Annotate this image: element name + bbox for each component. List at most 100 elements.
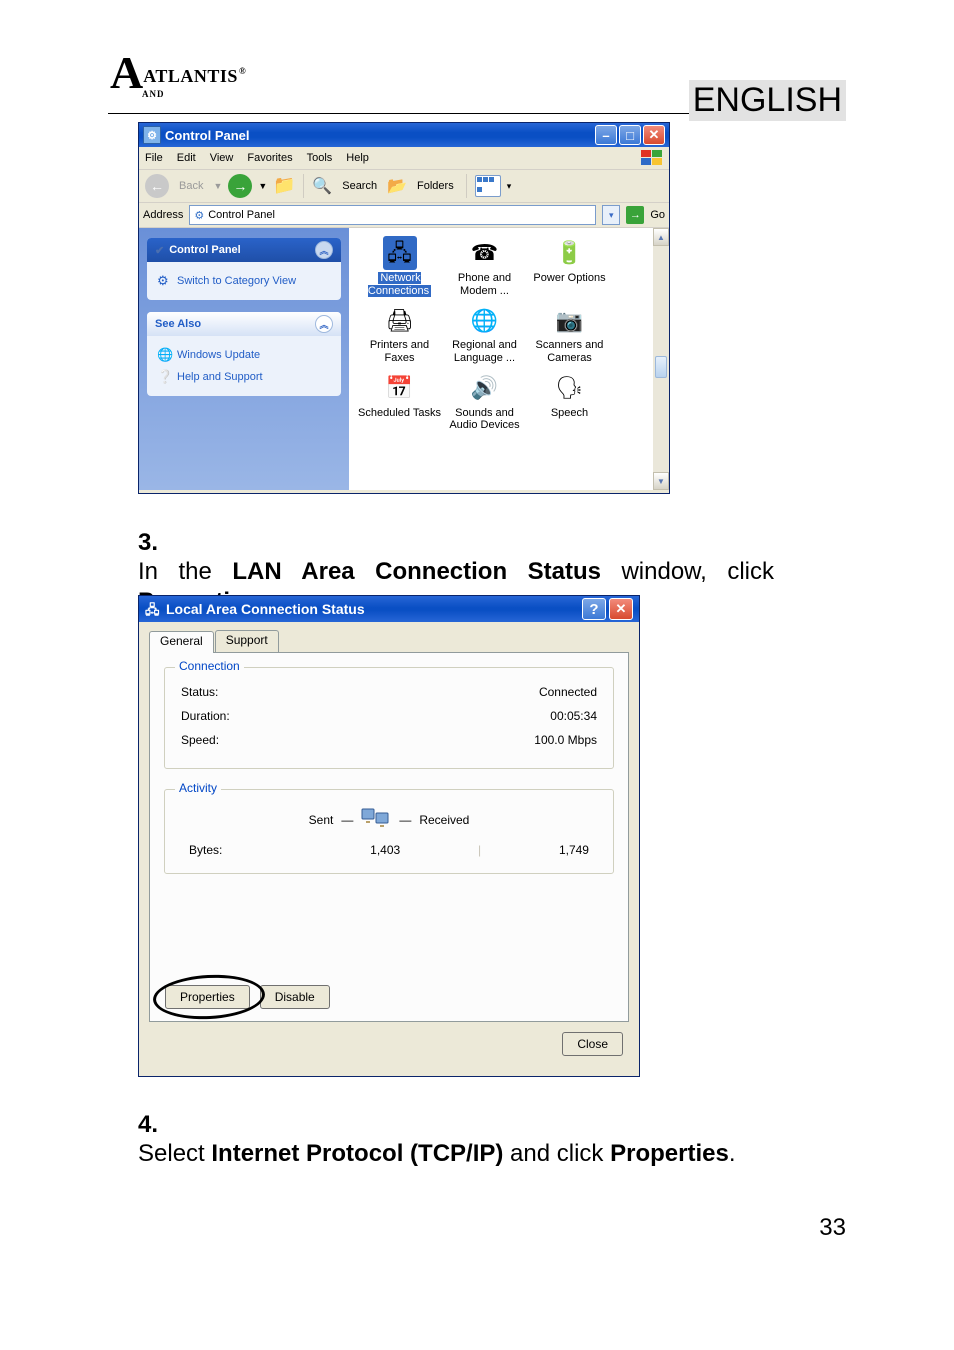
minimize-button[interactable]: –: [595, 125, 617, 145]
menu-help[interactable]: Help: [346, 152, 369, 164]
disable-button[interactable]: Disable: [260, 985, 330, 1009]
vertical-divider: |: [478, 843, 481, 857]
properties-button[interactable]: Properties: [165, 985, 250, 1009]
item-network-connections[interactable]: 🖧 Network Connections: [357, 236, 442, 297]
scrollbar-thumb[interactable]: [655, 356, 667, 378]
chevron-up-icon[interactable]: ︽: [315, 241, 333, 259]
window-title: Control Panel: [165, 128, 250, 143]
duration-label: Duration:: [181, 709, 230, 723]
address-input[interactable]: ⚙ Control Panel: [189, 205, 596, 225]
dash-icon: —: [399, 813, 411, 827]
step3-bold1: LAN Area Connection Status: [232, 558, 601, 585]
speed-value: 100.0 Mbps: [534, 733, 597, 747]
item-scheduled-tasks[interactable]: 📅 Scheduled Tasks: [357, 371, 442, 432]
item-scanners-cameras[interactable]: 📷 Scanners and Cameras: [527, 303, 612, 364]
item-sounds[interactable]: 🔊 Sounds and Audio Devices: [442, 371, 527, 432]
control-panel-icon: ⚙: [143, 126, 161, 144]
scanners-icon: 📷: [553, 303, 587, 337]
close-dialog-button[interactable]: Close: [562, 1032, 623, 1056]
item-label: Power Options: [533, 272, 605, 284]
address-value: Control Panel: [208, 209, 275, 221]
window-titlebar[interactable]: ⚙ Control Panel – □ ✕: [139, 123, 669, 147]
menu-file[interactable]: File: [145, 152, 163, 164]
back-label: Back: [175, 180, 207, 192]
speed-label: Speed:: [181, 733, 219, 747]
step4-number: 4.: [138, 1111, 204, 1139]
windows-update-label: Windows Update: [177, 349, 260, 361]
forward-history-dropdown[interactable]: ▼: [258, 181, 267, 191]
folders-icon: 📂: [387, 176, 407, 196]
help-icon: ❔: [157, 369, 171, 385]
panel1-link-label: Switch to Category View: [177, 275, 296, 287]
dialog-titlebar[interactable]: 🖧 Local Area Connection Status ? ✕: [139, 596, 639, 622]
back-history-dropdown[interactable]: ▼: [213, 181, 222, 191]
item-phone-modem[interactable]: ☎ Phone and Modem ...: [442, 236, 527, 297]
folders-button[interactable]: Folders: [413, 180, 458, 192]
toolbar-separator: [466, 174, 467, 198]
status-label: Status:: [181, 685, 218, 699]
forward-button[interactable]: →: [228, 174, 252, 198]
menu-tools[interactable]: Tools: [307, 152, 333, 164]
chevron-up-icon[interactable]: ︽: [315, 315, 333, 333]
maximize-button[interactable]: □: [619, 125, 641, 145]
menu-favorites[interactable]: Favorites: [247, 152, 292, 164]
close-button[interactable]: ✕: [643, 125, 665, 145]
menu-bar: File Edit View Favorites Tools Help: [139, 147, 669, 170]
menu-edit[interactable]: Edit: [177, 152, 196, 164]
views-dropdown[interactable]: ▾: [507, 181, 512, 192]
bytes-label: Bytes:: [189, 843, 222, 857]
scroll-down-button[interactable]: ▼: [653, 472, 669, 490]
help-support-link[interactable]: ❔ Help and Support: [157, 366, 331, 388]
item-speech[interactable]: 🗣 Speech: [527, 371, 612, 432]
scroll-up-button[interactable]: ▲: [653, 228, 669, 246]
item-label: Printers and Faxes: [370, 339, 429, 364]
item-label: Sounds and Audio Devices: [449, 407, 519, 432]
switch-category-view-link[interactable]: ⚙ Switch to Category View: [157, 270, 331, 292]
go-label: Go: [650, 209, 665, 221]
phone-modem-icon: ☎: [468, 236, 502, 270]
address-label: Address: [143, 209, 183, 221]
panel-header-control-panel[interactable]: ✔ Control Panel ︽: [147, 238, 341, 262]
icon-view: 🖧 Network Connections ☎ Phone and Modem …: [349, 228, 669, 490]
activity-legend: Activity: [175, 781, 221, 795]
panel-header-see-also[interactable]: See Also ︽: [147, 312, 341, 336]
network-icon: 🖧: [145, 601, 161, 617]
step4-bold1: Internet Protocol (TCP/IP): [211, 1140, 503, 1167]
views-button[interactable]: [475, 175, 501, 197]
page-number: 33: [819, 1214, 846, 1242]
brand-text: ATLANTIS: [143, 66, 238, 86]
step3-text-mid: window, click: [601, 558, 774, 585]
dash-icon: —: [341, 813, 353, 827]
power-options-icon: 🔋: [553, 236, 587, 270]
connection-group: Connection Status: Connected Duration: 0…: [164, 667, 614, 769]
item-power-options[interactable]: 🔋 Power Options: [527, 236, 612, 297]
gear-icon: ✔: [155, 244, 164, 257]
tab-general[interactable]: General: [149, 631, 214, 653]
dialog-title: Local Area Connection Status: [166, 601, 365, 617]
toolbar: ← Back ▼ → ▼ 📁 🔍 Search 📂 Folders ▾: [139, 170, 669, 203]
connection-status-dialog: 🖧 Local Area Connection Status ? ✕ Gener…: [138, 595, 640, 1077]
address-bar: Address ⚙ Control Panel ▾ → Go: [139, 203, 669, 228]
vertical-scrollbar[interactable]: ▲ ▼: [653, 228, 669, 490]
brand-subtext: AND: [142, 89, 245, 99]
step3-number: 3.: [138, 529, 204, 557]
tab-support[interactable]: Support: [215, 630, 279, 652]
panel2-title: See Also: [155, 318, 201, 330]
item-regional-language[interactable]: 🌐 Regional and Language ...: [442, 303, 527, 364]
help-button[interactable]: ?: [582, 598, 606, 620]
bytes-recv-value: 1,749: [559, 843, 589, 857]
up-folder-button[interactable]: 📁: [273, 175, 295, 197]
scrollbar-track[interactable]: [653, 246, 669, 472]
item-printers-faxes[interactable]: 🖨 Printers and Faxes: [357, 303, 442, 364]
duration-value: 00:05:34: [550, 709, 597, 723]
menu-view[interactable]: View: [210, 152, 234, 164]
search-icon: 🔍: [312, 176, 332, 196]
windows-update-link[interactable]: 🌐 Windows Update: [157, 344, 331, 366]
language-badge: ENGLISH: [689, 80, 846, 121]
close-button[interactable]: ✕: [609, 598, 633, 620]
address-dropdown[interactable]: ▾: [602, 205, 620, 225]
step3-text-pre: In the: [138, 558, 232, 585]
go-button[interactable]: →: [626, 206, 644, 224]
step4-text-post: .: [729, 1140, 736, 1167]
search-button[interactable]: Search: [338, 180, 381, 192]
